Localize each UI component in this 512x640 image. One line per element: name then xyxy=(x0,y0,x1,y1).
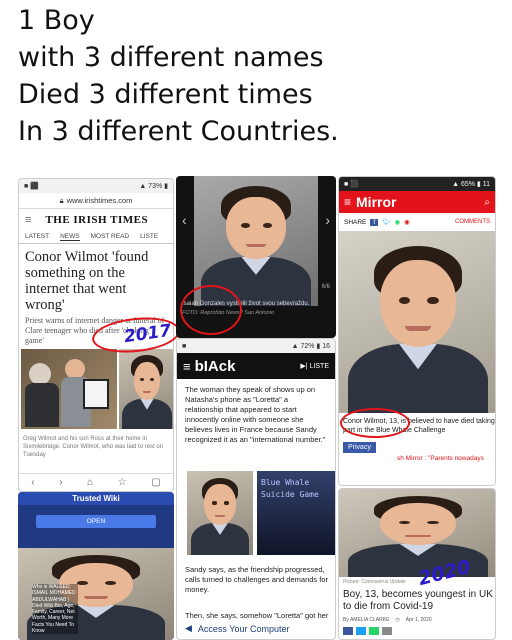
mirror-screenshot: ■ ⬛ ▲ 65% ▮ 11 ≡ Mirror ⌕ SHARE f 🐦︎ ◉ ◉ … xyxy=(338,176,496,486)
whatsapp-icon[interactable]: ◉ xyxy=(394,218,400,226)
forward-icon[interactable]: › xyxy=(59,477,62,488)
wiki-overlay-text: Who is WALEED ISMAIL MOHAMED ABDULWAHAB … xyxy=(32,584,78,635)
trusted-wiki-screenshot: Trusted Wiki OPEN Who is WALEED ISMAIL M… xyxy=(18,492,174,640)
share-bar: SHARE f 🐦︎ ◉ ◉ COMMENTS xyxy=(339,213,495,231)
caption-line-2: with 3 different names xyxy=(18,42,324,73)
open-label: OPEN xyxy=(86,518,106,525)
annotation-circle xyxy=(340,408,410,438)
black-header: ≡ bIAck ▶| LISTE xyxy=(177,353,335,379)
masthead: THE IRISH TIMES xyxy=(45,214,149,226)
boy-photo xyxy=(119,349,173,429)
family-photo xyxy=(21,349,117,429)
lock-icon: 🔒︎ xyxy=(59,195,64,205)
caption-line-4: In 3 different Countries. xyxy=(18,116,339,147)
byline: By AMELIA CLARKE xyxy=(343,617,390,623)
picture-credit: Picture: Coronavirus Update xyxy=(343,579,406,585)
email-icon[interactable] xyxy=(382,627,392,635)
arrow-icon: ◀ xyxy=(185,623,192,633)
article-text-3: Then, she says, somehow "Loretta" got he… xyxy=(185,611,329,620)
menu-icon[interactable]: ≡ xyxy=(344,195,351,209)
tabs-icon[interactable]: ▢ xyxy=(151,477,160,488)
clock-icon: ◷ xyxy=(395,617,400,623)
tab-latest[interactable]: LATEST xyxy=(25,233,49,241)
caption-line-3: Died 3 different times xyxy=(18,79,313,110)
caption-line-1: 1 Boy xyxy=(18,5,95,36)
pinterest-icon[interactable]: ◉ xyxy=(404,218,410,226)
black-screenshot: ■ ▲ 72% ▮ 16 ≡ bIAck ▶| LISTE The woman t… xyxy=(176,338,336,640)
twitter-icon[interactable]: 🐦︎ xyxy=(382,218,390,226)
home-icon[interactable]: ⌂ xyxy=(87,477,93,488)
article-text-1: The woman they speak of shows up on Nata… xyxy=(185,385,326,444)
search-icon[interactable]: ⌕ xyxy=(484,197,490,208)
nav-tabs: LATEST NEWS MOST READ LISTE xyxy=(19,231,173,244)
game-banner: Blue Whale Suicide Game xyxy=(257,471,335,555)
share-icons xyxy=(343,627,392,635)
menu-icon[interactable]: ≡ xyxy=(183,359,191,374)
status-bar: ■ ⬛ ▲ 73% ▮ xyxy=(19,179,173,193)
byline-row: By AMELIA CLARKE ◷ Apr 1, 2020 xyxy=(343,617,432,623)
tab-most-read[interactable]: MOST READ xyxy=(91,233,130,241)
access-label: Access Your Computer xyxy=(197,623,290,634)
facebook-icon[interactable] xyxy=(343,627,353,635)
twitter-icon[interactable] xyxy=(356,627,366,635)
back-icon[interactable]: ‹ xyxy=(31,477,34,488)
slide-counter: 6/6 xyxy=(321,284,330,290)
boy-photo xyxy=(339,489,495,577)
next-arrow-icon[interactable]: › xyxy=(325,212,330,228)
bookmark-icon[interactable]: ☆ xyxy=(118,477,127,488)
article-headline: Conor Wilmot 'found something on the int… xyxy=(25,249,149,313)
boy-photo xyxy=(339,231,495,413)
meme-caption: 1 Boy with 3 different names Died 3 diff… xyxy=(18,2,339,150)
wiki-title: Trusted Wiki xyxy=(18,492,174,505)
article-text-2: Sandy says, as the friendship progressed… xyxy=(185,565,329,594)
whatsapp-icon[interactable] xyxy=(369,627,379,635)
mirror-logo: Mirror xyxy=(356,194,397,210)
covid-headline: Boy, 13, becomes youngest in UK to die f… xyxy=(343,589,493,612)
ticker-text: sh Mirror : "Parents nowadays xyxy=(397,455,484,462)
boy-photo xyxy=(187,471,253,555)
listen-button[interactable]: ▶| LISTE xyxy=(300,362,329,370)
privacy-label: Privacy xyxy=(348,444,371,451)
url-text: www.irishtimes.com xyxy=(66,196,133,205)
black-logo: bIAck xyxy=(194,357,236,375)
photo-caption: Greg Wilmot and his son Ross at their ho… xyxy=(23,436,164,458)
open-button[interactable]: OPEN xyxy=(36,515,156,528)
share-label: SHARE xyxy=(344,218,367,226)
prev-arrow-icon[interactable]: ‹ xyxy=(182,212,187,228)
tab-news[interactable]: NEWS xyxy=(60,233,80,241)
privacy-button[interactable]: Privacy xyxy=(343,442,376,453)
annotation-circle xyxy=(180,285,242,335)
facebook-icon[interactable]: f xyxy=(370,218,379,226)
covid-screenshot: Picture: Coronavirus Update Boy, 13, bec… xyxy=(338,488,496,640)
publish-date: Apr 1, 2020 xyxy=(405,617,432,623)
status-bar: ■ ▲ 72% ▮ 16 xyxy=(177,339,335,353)
game-title: Blue Whale Suicide Game xyxy=(261,478,319,499)
comments-button[interactable]: COMMENTS xyxy=(455,219,490,225)
access-computer-ad[interactable]: ◀ Access Your Computer xyxy=(185,623,289,634)
url-bar[interactable]: 🔒︎ www.irishtimes.com xyxy=(19,193,173,209)
menu-icon[interactable]: ≡ xyxy=(25,214,31,226)
browser-toolbar: ‹ › ⌂ ☆ ▢ xyxy=(19,473,173,491)
tab-listen[interactable]: LISTE xyxy=(140,233,158,241)
mirror-header: ≡ Mirror ⌕ xyxy=(339,191,495,213)
status-bar: ■ ⬛ ▲ 65% ▮ 11 xyxy=(339,177,495,191)
